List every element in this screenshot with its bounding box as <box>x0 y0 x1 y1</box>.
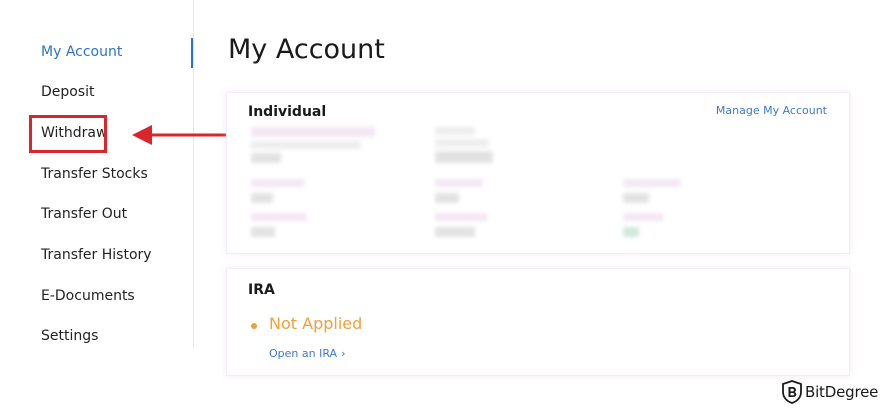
bitdegree-shield-logo-icon <box>782 380 802 404</box>
sidebar-active-indicator <box>191 38 193 68</box>
redacted-field <box>251 127 375 137</box>
redacted-label <box>623 213 663 221</box>
sidebar-item-my-account[interactable]: My Account <box>41 44 122 60</box>
page-title: My Account <box>228 34 385 65</box>
redacted-label <box>435 179 483 187</box>
redacted-value <box>623 227 639 237</box>
redacted-value <box>435 151 493 163</box>
redacted-field <box>435 127 475 135</box>
redacted-label <box>435 213 487 221</box>
status-dot-icon <box>251 323 257 329</box>
open-ira-link[interactable]: Open an IRA › <box>269 347 345 360</box>
sidebar-item-transfer-out[interactable]: Transfer Out <box>41 206 127 222</box>
bitdegree-watermark: BitDegree <box>782 379 878 405</box>
ira-account-card: IRA Not Applied Open an IRA › <box>226 268 850 376</box>
sidebar-item-deposit[interactable]: Deposit <box>41 84 95 100</box>
redacted-value <box>251 227 275 237</box>
redacted-label <box>251 179 305 187</box>
redacted-value <box>251 193 273 203</box>
sidebar-item-transfer-stocks[interactable]: Transfer Stocks <box>41 166 148 182</box>
sidebar-item-settings[interactable]: Settings <box>41 328 98 344</box>
chevron-right-icon: › <box>341 347 346 360</box>
individual-card-title: Individual <box>248 104 327 120</box>
sidebar-item-transfer-history[interactable]: Transfer History <box>41 247 152 263</box>
sidebar-nav: My Account Deposit Withdraw Transfer Sto… <box>0 0 194 348</box>
redacted-field <box>435 139 489 147</box>
sidebar-item-e-documents[interactable]: E-Documents <box>41 288 135 304</box>
redacted-value <box>435 193 459 203</box>
watermark-text: BitDegree <box>805 383 879 401</box>
ira-status-text: Not Applied <box>269 314 363 333</box>
manage-my-account-link[interactable]: Manage My Account <box>716 104 827 117</box>
page: My Account Deposit Withdraw Transfer Sto… <box>0 0 880 412</box>
withdraw-highlight-box <box>29 115 107 153</box>
redacted-label <box>251 213 307 221</box>
redacted-label <box>623 179 681 187</box>
redacted-field <box>251 141 361 149</box>
redacted-value <box>623 193 649 203</box>
ira-card-title: IRA <box>248 282 275 298</box>
open-ira-label: Open an IRA <box>269 347 338 360</box>
redacted-value <box>251 153 281 163</box>
redacted-value <box>435 227 475 237</box>
individual-account-card: Individual Manage My Account <box>226 92 850 254</box>
